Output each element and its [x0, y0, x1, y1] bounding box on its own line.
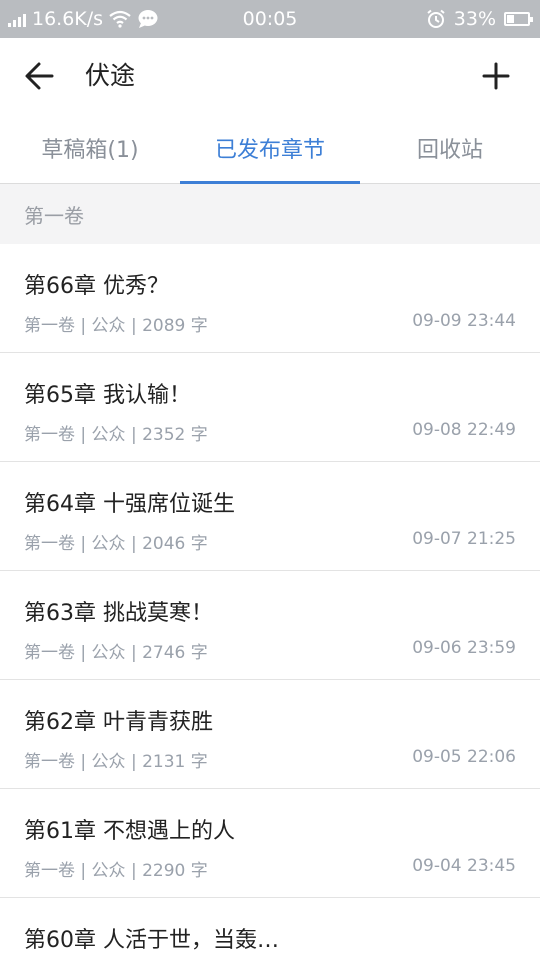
chapter-meta: 第一卷 | 公众 | 2352 字 — [24, 425, 208, 445]
chapter-title: 第60章 人活于世，当轰… — [24, 928, 279, 953]
page-title: 伏途 — [85, 61, 136, 90]
chapter-row[interactable]: 第65章 我认输！ 第一卷 | 公众 | 2352 字 09-08 22:49 — [0, 353, 540, 462]
status-bar: 16.6K/s 00:05 33% — [0, 0, 540, 38]
chapter-row[interactable]: 第64章 十强席位诞生 第一卷 | 公众 | 2046 字 09-07 21:2… — [0, 462, 540, 571]
chapter-row[interactable]: 第63章 挑战莫寒！ 第一卷 | 公众 | 2746 字 09-06 23:59 — [0, 571, 540, 680]
chapter-meta: 第一卷 | 公众 | 2746 字 — [24, 643, 208, 663]
arrow-left-icon[interactable] — [20, 56, 60, 96]
chapter-meta: 第一卷 | 公众 | 2046 字 — [24, 534, 208, 554]
chapter-date: 09-08 22:49 — [412, 420, 516, 440]
chapter-date: 09-04 23:45 — [412, 856, 516, 876]
chapter-meta: 第一卷 | 公众 | 2290 字 — [24, 861, 208, 881]
chapter-title: 第61章 不想遇上的人 — [24, 819, 235, 844]
chapter-row[interactable]: 第60章 人活于世，当轰… — [0, 898, 540, 960]
chapter-date: 09-09 23:44 — [412, 311, 516, 331]
volume-label: 第一卷 — [24, 203, 84, 228]
chapter-date: 09-07 21:25 — [412, 529, 516, 549]
clock: 00:05 — [242, 8, 298, 30]
chapter-title: 第65章 我认输！ — [24, 383, 191, 408]
status-right: 33% — [426, 0, 533, 38]
chapter-row[interactable]: 第66章 优秀？ 第一卷 | 公众 | 2089 字 09-09 23:44 — [0, 244, 540, 353]
tab-published[interactable]: 已发布章节 — [180, 112, 360, 185]
chapter-title: 第63章 挑战莫寒！ — [24, 601, 213, 626]
battery-icon — [504, 12, 533, 26]
chapter-meta: 第一卷 | 公众 | 2131 字 — [24, 752, 208, 772]
chapter-date: 09-06 23:59 — [412, 638, 516, 658]
chapter-title: 第64章 十强席位诞生 — [24, 492, 235, 517]
chapter-meta: 第一卷 | 公众 | 2089 字 — [24, 316, 208, 336]
tab-bar: 草稿箱(1) 已发布章节 回收站 — [0, 112, 540, 185]
alarm-icon — [427, 9, 445, 28]
plus-icon[interactable] — [476, 56, 516, 96]
chapter-title: 第62章 叶青青获胜 — [24, 710, 213, 735]
volume-header: 第一卷 — [0, 184, 540, 244]
battery-fill — [507, 15, 515, 23]
chapter-row[interactable]: 第62章 叶青青获胜 第一卷 | 公众 | 2131 字 09-05 22:06 — [0, 680, 540, 789]
battery-percent: 33% — [453, 8, 496, 30]
chapter-list: 第66章 优秀？ 第一卷 | 公众 | 2089 字 09-09 23:44 第… — [0, 244, 540, 960]
tab-recycle-bin[interactable]: 回收站 — [360, 112, 540, 184]
tab-drafts[interactable]: 草稿箱(1) — [0, 112, 180, 184]
app-header: 伏途 — [0, 38, 540, 112]
chapter-title: 第66章 优秀？ — [24, 274, 169, 299]
chapter-row[interactable]: 第61章 不想遇上的人 第一卷 | 公众 | 2290 字 09-04 23:4… — [0, 789, 540, 898]
chapter-date: 09-05 22:06 — [412, 747, 516, 767]
